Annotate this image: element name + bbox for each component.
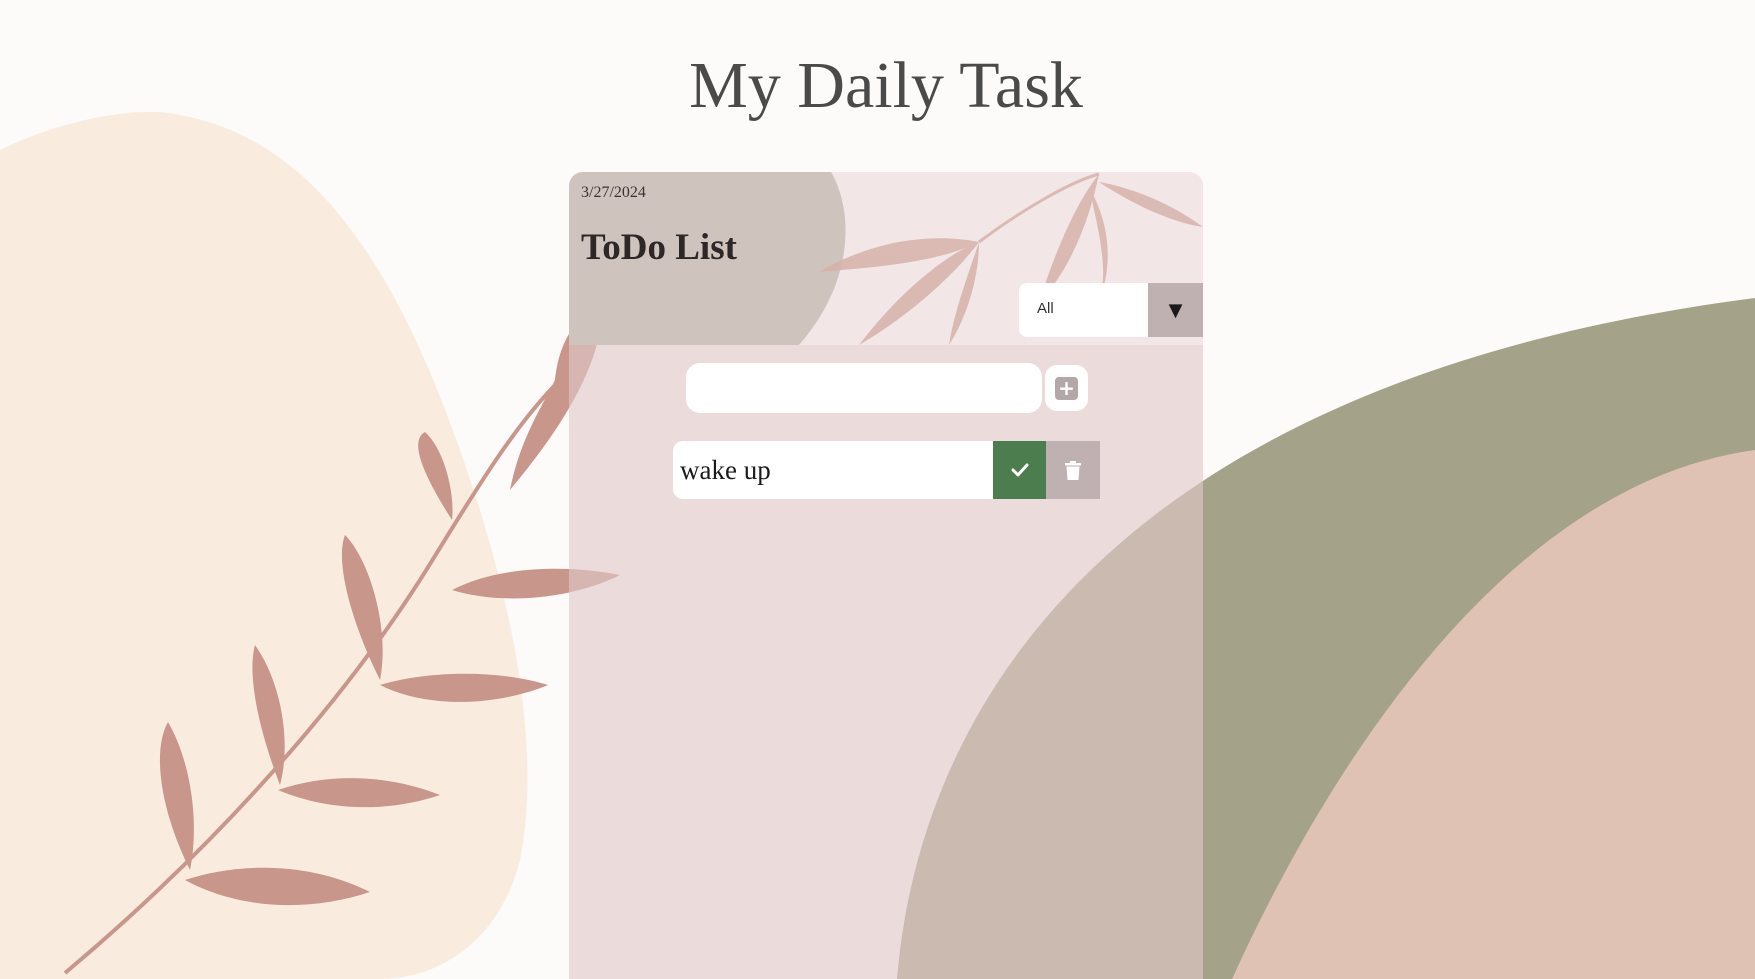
filter-select[interactable]: All ▼ (1019, 283, 1203, 337)
todo-card: 3/27/2024 ToDo List All ▼ + wake up (569, 172, 1203, 979)
triangle-down-icon[interactable]: ▼ (1148, 283, 1203, 337)
check-icon (1011, 463, 1028, 477)
trash-icon (1065, 460, 1081, 480)
add-task-button[interactable]: + (1045, 365, 1088, 411)
page-title: My Daily Task (689, 49, 1083, 122)
left-cream-blob (0, 111, 528, 979)
list-title: ToDo List (581, 227, 737, 268)
plus-icon: + (1055, 376, 1078, 400)
add-task-row: + (686, 363, 1088, 413)
date-label: 3/27/2024 (581, 184, 646, 201)
app-stage: My Daily Task 3/27/2024 ToDo List All ▼ … (0, 0, 1755, 979)
card-header: 3/27/2024 ToDo List All ▼ (569, 172, 1203, 345)
delete-task-button[interactable] (1046, 441, 1100, 499)
todo-item-text: wake up (673, 441, 993, 499)
complete-task-button[interactable] (993, 441, 1046, 499)
new-task-input[interactable] (686, 363, 1042, 413)
todo-item: wake up (673, 441, 1100, 499)
filter-selected-value: All (1037, 300, 1054, 317)
